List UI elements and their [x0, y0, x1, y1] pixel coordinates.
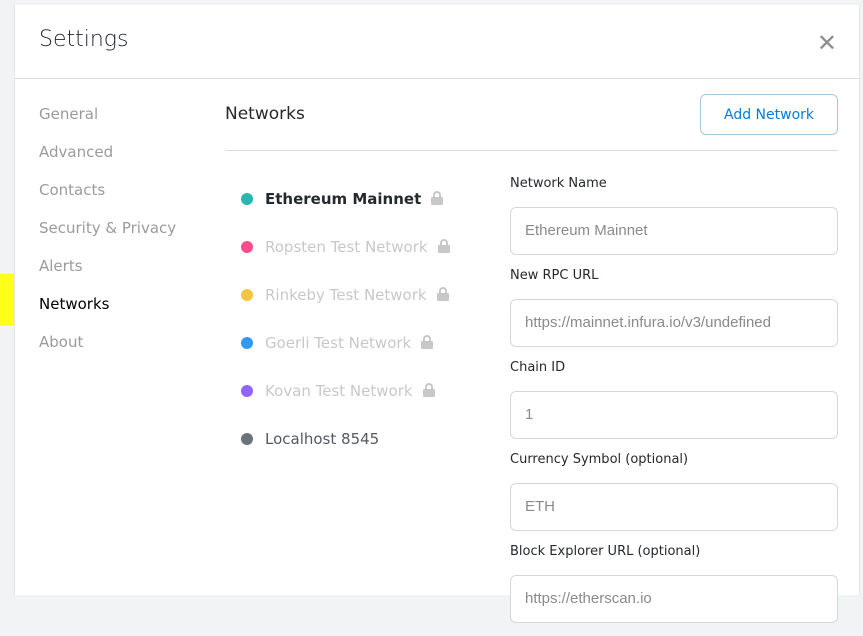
network-name-label: Network Name [510, 176, 607, 191]
network-name-input[interactable]: Ethereum Mainnet [510, 207, 838, 255]
network-name: Rinkeby Test Network [265, 286, 427, 304]
network-name: Localhost 8545 [265, 430, 380, 448]
settings-sidebar: General Advanced Contacts Security & Pri… [39, 105, 176, 371]
block-explorer-label: Block Explorer URL (optional) [510, 544, 701, 559]
network-color-dot [241, 385, 253, 397]
sidebar-item-contacts[interactable]: Contacts [39, 181, 176, 219]
network-name: Ropsten Test Network [265, 238, 428, 256]
divider [225, 150, 838, 151]
network-name: Kovan Test Network [265, 382, 413, 400]
lock-icon [421, 335, 434, 349]
add-network-button[interactable]: Add Network [700, 94, 838, 135]
sidebar-item-security-privacy[interactable]: Security & Privacy [39, 219, 176, 257]
network-name: Goerli Test Network [265, 334, 412, 352]
lock-icon [436, 287, 449, 301]
network-form: Network Name Ethereum Mainnet New RPC UR… [510, 176, 838, 636]
settings-panel: Settings ✕ General Advanced Contacts Sec… [14, 5, 860, 623]
lock-icon [422, 383, 435, 397]
network-color-dot [241, 241, 253, 253]
close-icon[interactable]: ✕ [817, 29, 837, 57]
network-list-item[interactable]: Ethereum Mainnet [241, 190, 450, 238]
currency-symbol-input[interactable]: ETH [510, 483, 838, 531]
rpc-url-input[interactable]: https://mainnet.infura.io/v3/undefined [510, 299, 838, 347]
lock-icon [437, 239, 450, 253]
sidebar-item-about[interactable]: About [39, 333, 176, 371]
block-explorer-input[interactable]: https://etherscan.io [510, 575, 838, 623]
sidebar-item-alerts[interactable]: Alerts [39, 257, 176, 295]
network-list-item[interactable]: Ropsten Test Network [241, 238, 450, 286]
sidebar-item-networks[interactable]: Networks [39, 295, 176, 333]
rpc-url-label: New RPC URL [510, 268, 599, 283]
network-name: Ethereum Mainnet [265, 190, 422, 208]
network-color-dot [241, 337, 253, 349]
network-color-dot [241, 289, 253, 301]
settings-header: Settings ✕ [15, 5, 859, 79]
network-list-item[interactable]: Localhost 8545 [241, 430, 450, 478]
network-color-dot [241, 193, 253, 205]
lock-icon [431, 191, 444, 205]
network-color-dot [241, 433, 253, 445]
page-title: Settings [39, 27, 129, 52]
chain-id-input[interactable]: 1 [510, 391, 838, 439]
chain-id-label: Chain ID [510, 360, 566, 375]
sidebar-item-advanced[interactable]: Advanced [39, 143, 176, 181]
currency-symbol-label: Currency Symbol (optional) [510, 452, 689, 467]
section-title: Networks [225, 104, 305, 124]
network-list-item[interactable]: Goerli Test Network [241, 334, 450, 382]
network-list: Ethereum Mainnet Ropsten Test Network Rink… [241, 190, 450, 478]
network-list-item[interactable]: Kovan Test Network [241, 382, 450, 430]
sidebar-item-general[interactable]: General [39, 105, 176, 143]
network-list-item[interactable]: Rinkeby Test Network [241, 286, 450, 334]
